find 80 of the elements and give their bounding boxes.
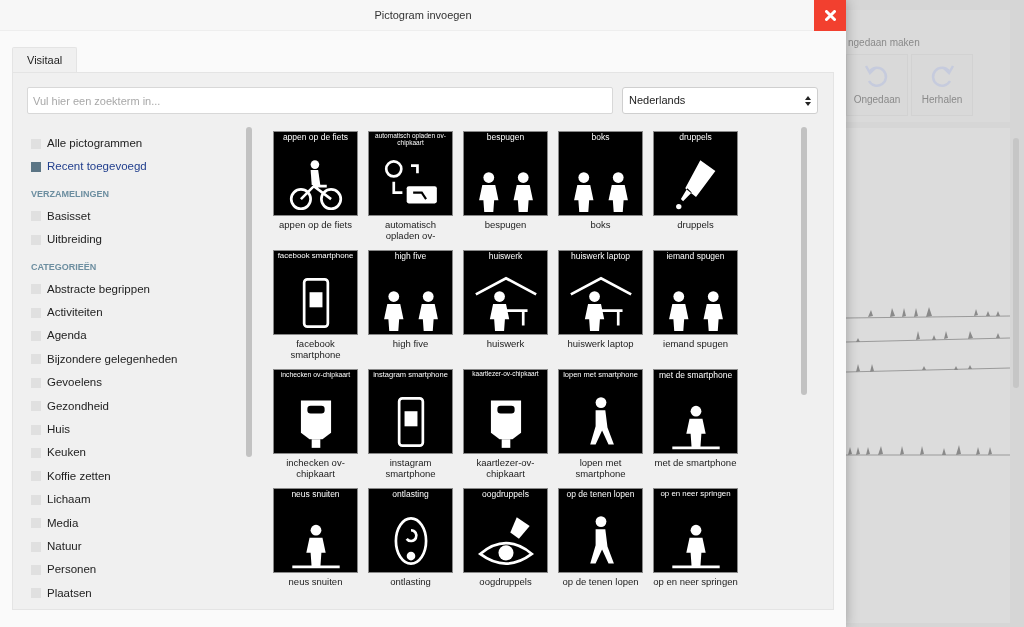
category-link[interactable]: Alle pictogrammen — [47, 135, 143, 153]
close-button[interactable] — [814, 0, 846, 31]
category-link[interactable]: Keuken — [47, 444, 86, 462]
checkbox[interactable] — [31, 162, 41, 173]
group-title: ngedaan maken — [848, 36, 920, 50]
dialog-title: Pictogram invoegen — [374, 7, 472, 23]
tile-title: iemand spugen — [665, 252, 726, 263]
pictogram-tile[interactable]: met de smartphone — [653, 369, 738, 454]
pictogram-label: huiswerk laptop — [566, 338, 635, 349]
tile-title: ontlasting — [391, 490, 430, 501]
pictogram-tile[interactable]: op de tenen lopen — [558, 488, 643, 573]
category-link[interactable]: Uitbreiding — [47, 231, 102, 249]
category-link[interactable]: Bijzondere gelegenheden — [47, 350, 178, 369]
tile-title: high five — [393, 252, 428, 263]
select-value: Nederlands — [629, 93, 686, 109]
house-icon — [472, 275, 539, 331]
pictogram-label: inchecken ov-chipkaart — [285, 457, 346, 479]
tile-title: huiswerk — [487, 252, 524, 263]
pictogram-label: iemand spugen — [662, 338, 729, 349]
category-link[interactable]: Gezondheid — [47, 397, 110, 415]
pictogram-tile[interactable]: boks — [558, 131, 643, 216]
category-link[interactable]: Media — [47, 514, 79, 532]
tile-title: op de tenen lopen — [565, 490, 636, 501]
tile-title: bespugen — [485, 133, 526, 144]
category-link[interactable]: Lichaam — [47, 491, 91, 509]
pictogram-label: ontlasting — [389, 576, 432, 587]
pictogram-label: bespugen — [483, 219, 528, 230]
pictogram-label: boks — [589, 219, 612, 230]
pictogram-label: lopen met smartphone — [574, 457, 627, 479]
language-select[interactable]: Nederlands — [622, 87, 818, 114]
category-link[interactable]: Agenda — [47, 327, 87, 345]
search-field[interactable]: Vul hier een zoekterm in... — [27, 87, 613, 114]
pictogram-tile[interactable]: high five — [368, 250, 453, 335]
pictogram-tile[interactable]: huiswerk — [463, 250, 548, 335]
pictogram-tile[interactable]: huiswerk laptop — [558, 250, 643, 335]
section-heading: VERZAMELINGEN — [31, 188, 110, 202]
category-link[interactable]: Koffie zetten — [47, 467, 111, 485]
pictogram-tile[interactable]: bespugen — [463, 131, 548, 216]
pictogram-label: met de smartphone — [653, 457, 738, 468]
pictogram-tile[interactable]: appen op de fiets — [273, 131, 358, 216]
close-icon — [824, 10, 836, 21]
pictogram-label: op de tenen lopen — [561, 576, 640, 587]
pictogram-label: high five — [391, 338, 430, 349]
tile-title: met de smartphone — [657, 371, 734, 382]
pictogram-label: automatisch opladen ov- — [383, 219, 438, 241]
tile-title: druppels — [678, 133, 713, 144]
pictogram-tile[interactable]: iemand spugen — [653, 250, 738, 335]
category-link[interactable]: Recent toegevoegd — [47, 158, 147, 176]
tile-title: appen op de fiets — [281, 133, 350, 144]
pictogram-tile[interactable]: ontlasting — [368, 488, 453, 573]
pictogram-tile[interactable]: druppels — [653, 131, 738, 216]
tile-title: neus snuiten — [290, 490, 341, 501]
select-arrows-icon — [805, 95, 811, 106]
pictogram-label: huiswerk — [485, 338, 526, 349]
pictogram-label: neus snuiten — [287, 576, 344, 587]
category-link[interactable]: Personen — [47, 561, 97, 579]
category-link[interactable]: Huis — [47, 420, 70, 439]
pictogram-label: facebook smartphone — [289, 338, 342, 360]
pictogram-label: appen op de fiets — [278, 219, 353, 230]
pictogram-tile[interactable]: neus snuiten — [273, 488, 358, 573]
scrollbar[interactable] — [801, 127, 807, 395]
scrollbar[interactable] — [246, 127, 252, 457]
tile-title: huiswerk laptop — [569, 252, 632, 263]
pictogram-label: instagram smartphone — [384, 457, 437, 479]
pictogram-label: op en neer springen — [652, 576, 739, 587]
tile-title: oogdruppels — [481, 490, 530, 501]
category-link[interactable]: Gevoelens — [47, 374, 102, 392]
section-heading: CATEGORIEËN — [31, 261, 98, 275]
tab[interactable]: Visitaal — [12, 47, 78, 72]
pictogram-label: oogdruppels — [478, 576, 533, 587]
category-link[interactable]: Plaatsen — [47, 584, 92, 602]
category-link[interactable]: Abstracte begrippen — [47, 280, 150, 298]
tile-title: boks — [590, 133, 611, 144]
house-icon — [567, 275, 634, 331]
pictogram-label: kaartlezer-ov-chipkaart — [475, 457, 536, 479]
category-link[interactable]: Activiteiten — [47, 304, 103, 322]
pictogram-tile[interactable]: oogdruppels — [463, 488, 548, 573]
category-link[interactable]: Natuur — [47, 537, 82, 556]
pictogram-label: druppels — [676, 219, 715, 230]
category-link[interactable]: Basisset — [47, 207, 91, 226]
